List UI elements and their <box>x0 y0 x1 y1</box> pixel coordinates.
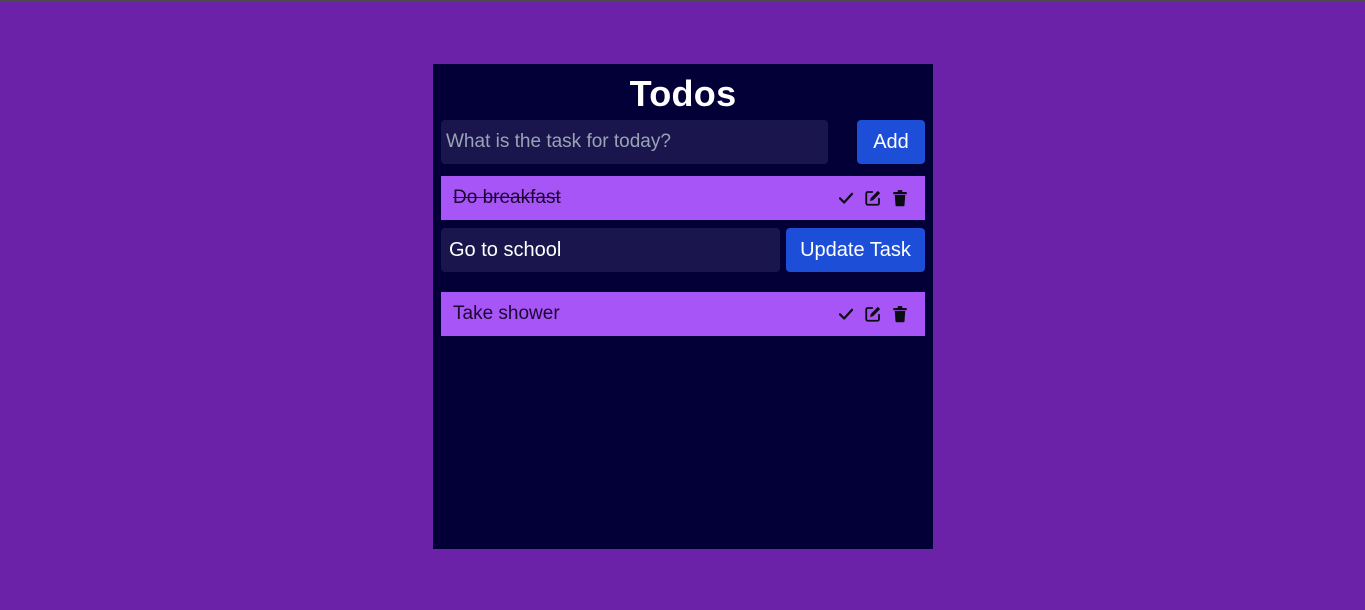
trash-icon[interactable] <box>891 189 909 207</box>
add-button[interactable]: Add <box>857 120 925 164</box>
todo-actions <box>837 189 913 207</box>
todo-item[interactable]: Take shower <box>441 292 925 336</box>
check-icon[interactable] <box>837 189 855 207</box>
edit-task-input[interactable] <box>441 228 780 272</box>
edit-icon[interactable] <box>864 305 882 323</box>
edit-icon[interactable] <box>864 189 882 207</box>
todo-actions <box>837 305 913 323</box>
todo-form: Add <box>441 120 925 164</box>
todo-item[interactable]: Do breakfast <box>441 176 925 220</box>
trash-icon[interactable] <box>891 305 909 323</box>
new-task-input[interactable] <box>441 120 828 164</box>
page-title: Todos <box>629 73 737 114</box>
check-icon[interactable] <box>837 305 855 323</box>
edit-todo-form: Update Task <box>441 228 925 272</box>
todo-wrapper: Todos Add Do breakfast <box>433 64 933 549</box>
todo-text[interactable]: Do breakfast <box>453 187 561 209</box>
todo-text[interactable]: Take shower <box>453 303 560 325</box>
update-task-button[interactable]: Update Task <box>786 228 925 272</box>
